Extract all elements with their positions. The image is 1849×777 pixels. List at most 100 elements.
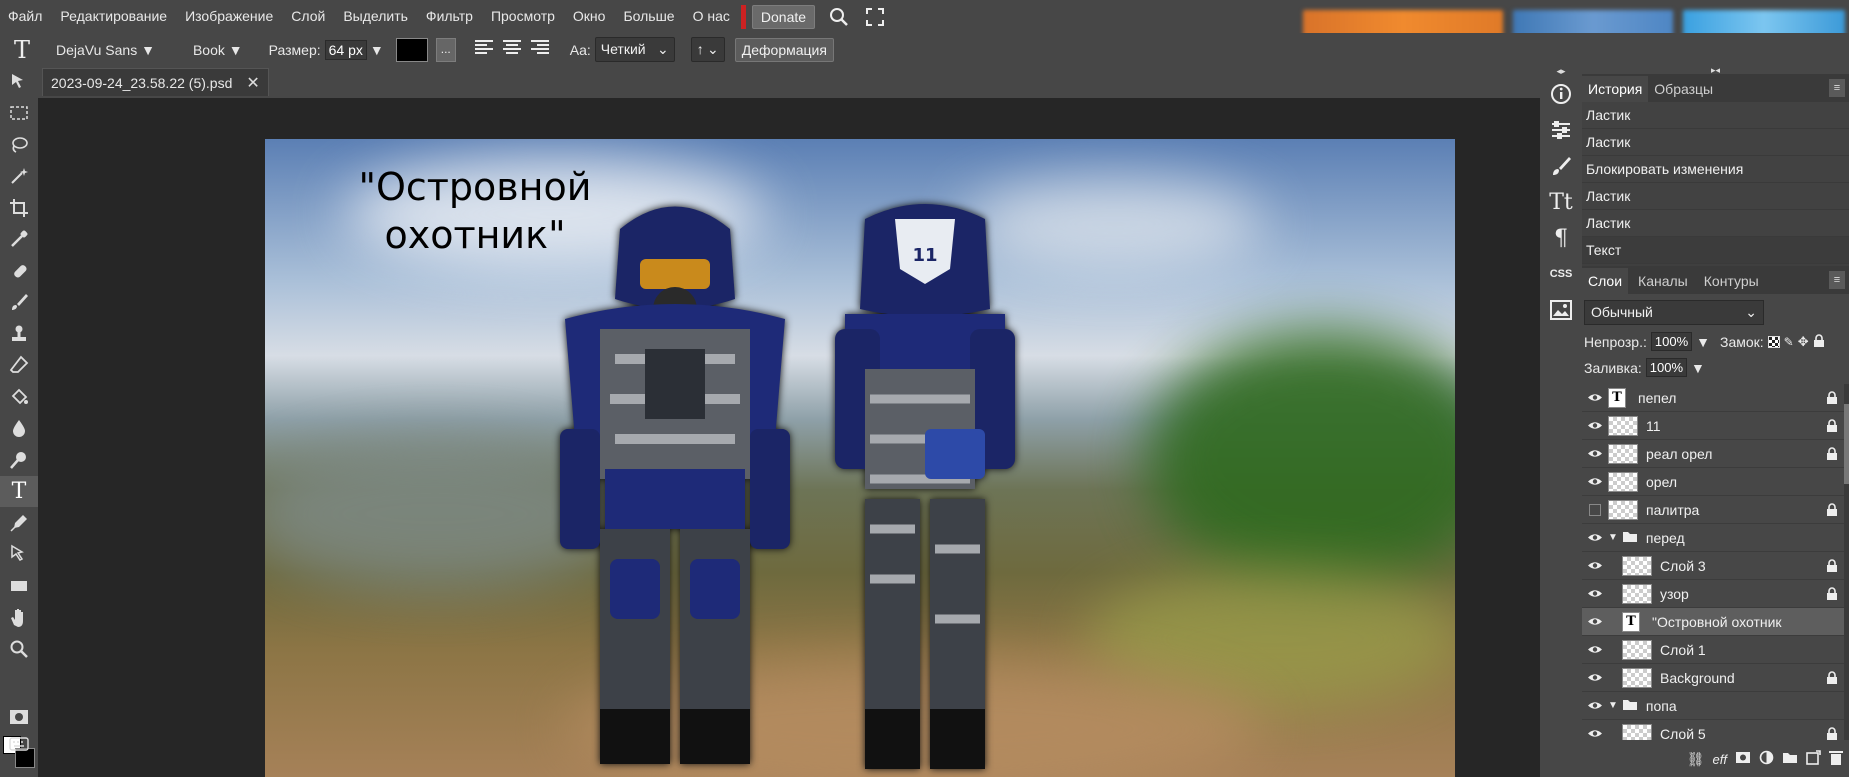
visibility-eye-icon[interactable] — [1582, 588, 1608, 599]
adjustment-layer-icon[interactable] — [1759, 750, 1774, 768]
visibility-eye-icon[interactable] — [1582, 672, 1608, 683]
layer-row[interactable]: Слой 3 — [1582, 552, 1844, 580]
delete-layer-icon[interactable] — [1829, 750, 1843, 768]
add-mask-icon[interactable] — [1735, 751, 1751, 767]
visibility-eye-icon[interactable] — [1582, 476, 1608, 487]
lock-move-icon[interactable]: ✥ — [1798, 334, 1809, 350]
visibility-eye-icon[interactable] — [1582, 700, 1608, 711]
info-icon[interactable] — [1540, 76, 1582, 112]
history-item[interactable]: Ластик — [1582, 183, 1849, 210]
history-item[interactable]: Блокировать изменения — [1582, 156, 1849, 183]
character-panel-icon[interactable]: Tt — [1540, 184, 1582, 220]
menu-view[interactable]: Просмотр — [482, 0, 564, 33]
layer-row[interactable]: палитра — [1582, 496, 1844, 524]
brush-tool-icon[interactable] — [0, 287, 38, 319]
layer-lock-icon[interactable] — [1826, 447, 1838, 463]
menu-select[interactable]: Выделить — [334, 0, 417, 33]
layer-row[interactable]: орел — [1582, 468, 1844, 496]
visibility-eye-icon[interactable] — [1582, 532, 1608, 543]
menu-filter[interactable]: Фильтр — [417, 0, 482, 33]
document-tab[interactable]: 2023-09-24_23.58.22 (5).psd ✕ — [42, 68, 269, 96]
blend-mode-dropdown[interactable]: Обычный ⌄ — [1584, 300, 1764, 325]
zoom-tool-icon[interactable] — [0, 633, 38, 665]
lasso-tool-icon[interactable] — [0, 129, 38, 161]
lock-transparency-icon[interactable] — [1767, 335, 1780, 348]
panel-menu-icon[interactable]: ≡ — [1829, 79, 1845, 97]
clone-stamp-icon[interactable] — [0, 318, 38, 350]
history-item[interactable]: Ластик — [1582, 210, 1849, 237]
adjustments-icon[interactable] — [1540, 112, 1582, 148]
layer-row[interactable]: узор — [1582, 580, 1844, 608]
layer-row[interactable]: Слой 1 — [1582, 636, 1844, 664]
hand-tool-icon[interactable] — [0, 602, 38, 634]
menu-window[interactable]: Окно — [564, 0, 615, 33]
brush-settings-icon[interactable] — [1540, 148, 1582, 184]
crop-tool-icon[interactable] — [0, 192, 38, 224]
layer-row[interactable]: Background — [1582, 664, 1844, 692]
fill-dropdown-arrow[interactable]: ▼ — [1691, 360, 1705, 376]
image-icon[interactable] — [1540, 292, 1582, 328]
layer-lock-icon[interactable] — [1826, 587, 1838, 603]
tab-layers[interactable]: Слои — [1582, 268, 1629, 294]
new-layer-icon[interactable] — [1806, 750, 1821, 768]
collapse-panels-icon[interactable]: ▸◂ — [1582, 66, 1849, 75]
lock-paint-icon[interactable]: ✎ — [1784, 335, 1794, 349]
font-size-input[interactable]: 64 px — [324, 39, 367, 60]
search-icon[interactable] — [827, 5, 851, 29]
magic-wand-icon[interactable] — [0, 161, 38, 193]
marquee-tool-icon[interactable] — [0, 98, 38, 130]
eyedropper-icon[interactable] — [0, 224, 38, 256]
fill-input[interactable]: 100% — [1645, 358, 1688, 377]
align-right-icon[interactable] — [530, 39, 550, 60]
visibility-off-icon[interactable] — [1582, 503, 1608, 516]
menu-about[interactable]: О нас — [684, 0, 739, 33]
menu-file[interactable]: Файл — [0, 0, 51, 33]
quick-mask-icon[interactable] — [9, 709, 29, 728]
baseline-dropdown[interactable]: ↑ ⌄ — [690, 37, 725, 62]
history-item[interactable]: Ластик — [1582, 129, 1849, 156]
layer-lock-icon[interactable] — [1826, 391, 1838, 407]
link-layers-icon[interactable]: ⛓ — [1687, 751, 1705, 768]
lock-all-icon[interactable] — [1813, 333, 1825, 350]
visibility-eye-icon[interactable] — [1582, 448, 1608, 459]
eraser-tool-icon[interactable] — [0, 350, 38, 382]
tab-channels[interactable]: Каналы — [1632, 268, 1694, 294]
layer-group-row[interactable]: ▼ перед — [1582, 524, 1844, 552]
font-family-dropdown[interactable]: DejaVu Sans ▼ — [56, 42, 155, 58]
antialias-dropdown[interactable]: Четкий ⌄ — [594, 37, 675, 62]
layers-list[interactable]: Tпепел 11 реал орел орел палитра ▼ перед Слой 3… — [1582, 384, 1844, 740]
visibility-eye-icon[interactable] — [1582, 644, 1608, 655]
visibility-eye-icon[interactable] — [1582, 616, 1608, 627]
layer-lock-icon[interactable] — [1826, 559, 1838, 575]
layer-effects-icon[interactable]: eff — [1713, 752, 1727, 767]
keyboard-icon[interactable] — [9, 737, 29, 754]
dodge-tool-icon[interactable] — [0, 444, 38, 476]
canvas-viewport[interactable]: "Островной охотник" 11 — [38, 98, 1540, 777]
text-color-swatch[interactable] — [395, 37, 428, 62]
donate-button[interactable]: Donate — [751, 4, 816, 29]
scrollbar-thumb[interactable] — [1844, 404, 1849, 484]
layers-scrollbar[interactable] — [1844, 384, 1849, 740]
visibility-eye-icon[interactable] — [1582, 560, 1608, 571]
layer-lock-icon[interactable] — [1826, 503, 1838, 519]
shape-tool-icon[interactable] — [0, 570, 38, 602]
move-tool-icon[interactable] — [0, 66, 38, 98]
folder-expand-icon[interactable]: ▼ — [1608, 700, 1618, 711]
warp-text-button[interactable]: Деформация — [734, 37, 834, 62]
folder-expand-icon[interactable]: ▼ — [1608, 532, 1618, 543]
panel-menu-icon[interactable]: ≡ — [1829, 271, 1845, 289]
layer-lock-icon[interactable] — [1826, 419, 1838, 435]
align-left-icon[interactable] — [474, 39, 494, 60]
visibility-eye-icon[interactable] — [1582, 728, 1608, 739]
layer-row[interactable]: 11 — [1582, 412, 1844, 440]
menu-more[interactable]: Больше — [614, 0, 683, 33]
type-tool-icon[interactable]: T — [0, 475, 38, 507]
layer-row[interactable]: T "Островной охотник — [1582, 608, 1844, 636]
css-icon[interactable]: CSS — [1540, 256, 1582, 292]
paint-bucket-icon[interactable] — [0, 381, 38, 413]
close-icon[interactable]: ✕ — [246, 73, 259, 93]
pen-tool-icon[interactable] — [0, 507, 38, 539]
tab-history[interactable]: История — [1582, 76, 1649, 102]
layer-lock-icon[interactable] — [1826, 671, 1838, 687]
canvas-image[interactable]: "Островной охотник" 11 — [265, 139, 1455, 777]
